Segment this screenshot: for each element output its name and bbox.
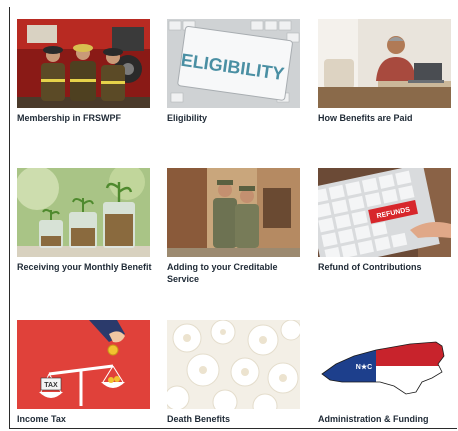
card-label[interactable]: Membership in FRSWPF — [17, 112, 157, 124]
card-label[interactable]: Adding to your Creditable Service — [167, 261, 307, 285]
refunds-key-photo: REFUNDS — [318, 168, 451, 257]
card-label[interactable]: Eligibility — [167, 112, 307, 124]
card-label[interactable]: Income Tax — [17, 413, 157, 425]
card-label[interactable]: Receiving your Monthly Benefit — [17, 261, 157, 273]
nc-flag-text: N★C — [356, 363, 372, 371]
tax-scale-illustration: TAX — [17, 320, 150, 409]
white-flowers-photo — [167, 320, 300, 409]
soldiers-photo — [167, 168, 300, 257]
card-label[interactable]: Death Benefits — [167, 413, 307, 425]
coin-jars-photo — [17, 168, 150, 257]
man-at-laptop-photo — [318, 19, 451, 108]
card-label[interactable]: Administration & Funding — [318, 413, 458, 425]
north-carolina-flag-map: N★C — [318, 320, 451, 409]
eligibility-keyboard-photo: ELIGIBILITY — [167, 19, 300, 108]
firefighters-photo — [17, 19, 150, 108]
tax-block-text: TAX — [44, 382, 58, 389]
card-label[interactable]: How Benefits are Paid — [318, 112, 458, 124]
card-label[interactable]: Refund of Contributions — [318, 261, 458, 273]
